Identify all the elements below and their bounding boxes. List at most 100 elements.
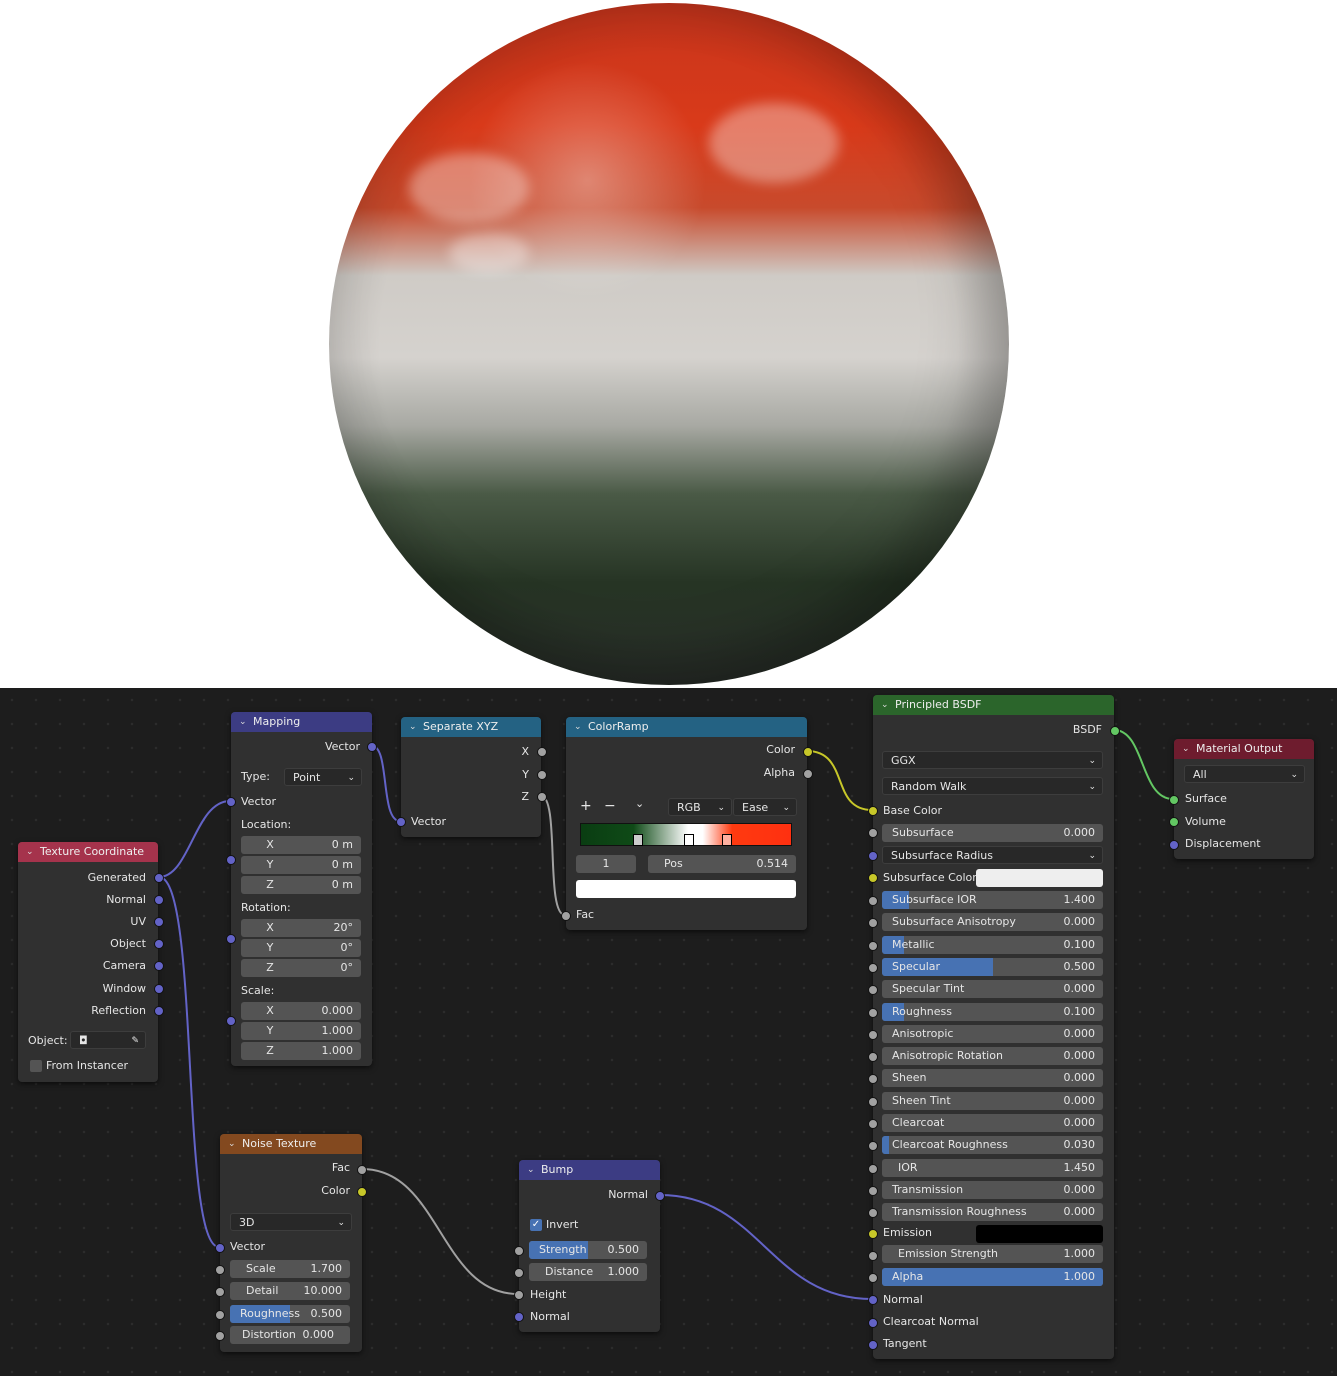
socket-sheen-tint[interactable]: [868, 1097, 878, 1107]
emission-color-swatch[interactable]: [976, 1225, 1103, 1243]
node-header[interactable]: ⌄ Separate XYZ: [401, 717, 541, 737]
socket-bsdf-out[interactable]: [1110, 726, 1120, 736]
ramp-menu-button[interactable]: ⌄: [635, 797, 644, 810]
subsurface-field[interactable]: Subsurface 0.000: [882, 824, 1103, 842]
noise-detail-field[interactable]: Detail 10.000: [230, 1282, 350, 1300]
socket-colorramp-alpha[interactable]: [803, 769, 813, 779]
socket-noise-color[interactable]: [357, 1187, 367, 1197]
socket-emission[interactable]: [868, 1229, 878, 1239]
socket-tangent[interactable]: [868, 1340, 878, 1350]
bsdf-field-metallic[interactable]: Metallic 0.100: [882, 936, 1103, 954]
bsdf-field-anisotropic[interactable]: Anisotropic 0.000: [882, 1025, 1103, 1043]
socket-displacement[interactable]: [1169, 840, 1179, 850]
collapse-chevron-icon[interactable]: ⌄: [228, 1134, 236, 1154]
socket-anisotropic[interactable]: [868, 1030, 878, 1040]
socket-uv[interactable]: [154, 917, 164, 927]
bsdf-field-transmission[interactable]: Transmission 0.000: [882, 1181, 1103, 1199]
socket-mapping-vector-in[interactable]: [226, 797, 236, 807]
socket-y[interactable]: [537, 770, 547, 780]
location-z-field[interactable]: Z 0 m: [241, 876, 361, 894]
bsdf-field-specular-tint[interactable]: Specular Tint 0.000: [882, 980, 1103, 998]
bsdf-field-sheen[interactable]: Sheen 0.000: [882, 1069, 1103, 1087]
socket-bump-height[interactable]: [514, 1290, 524, 1300]
ramp-stop-handle[interactable]: [633, 834, 643, 846]
bump-distance-field[interactable]: Distance 1.000: [529, 1263, 647, 1281]
eyedropper-icon[interactable]: ✎: [131, 1032, 139, 1050]
rotation-x-field[interactable]: X 20°: [241, 919, 361, 937]
socket-object[interactable]: [154, 939, 164, 949]
node-mapping[interactable]: ⌄ Mapping Vector Type: Point ⌄ Vector Loca…: [231, 712, 372, 1066]
socket-clearcoat-normal[interactable]: [868, 1318, 878, 1328]
location-x-field[interactable]: X 0 m: [241, 836, 361, 854]
distribution-dropdown[interactable]: GGX ⌄: [882, 751, 1103, 769]
socket-window[interactable]: [154, 984, 164, 994]
collapse-chevron-icon[interactable]: ⌄: [26, 842, 34, 862]
socket-x[interactable]: [537, 747, 547, 757]
type-dropdown[interactable]: Point ⌄: [284, 768, 362, 786]
bsdf-field-transmission-roughness[interactable]: Transmission Roughness 0.000: [882, 1203, 1103, 1221]
socket-noise-scale[interactable]: [215, 1265, 225, 1275]
socket-clearcoat[interactable]: [868, 1119, 878, 1129]
object-picker[interactable]: ◘ ✎: [70, 1031, 146, 1049]
socket-anisotropic-rotation[interactable]: [868, 1052, 878, 1062]
socket-normal[interactable]: [154, 895, 164, 905]
socket-camera[interactable]: [154, 961, 164, 971]
node-separate-xyz[interactable]: ⌄ Separate XYZ X Y Z Vector: [401, 717, 541, 837]
noise-scale-field[interactable]: Scale 1.700: [230, 1260, 350, 1278]
collapse-chevron-icon[interactable]: ⌄: [574, 717, 582, 737]
node-colorramp[interactable]: ⌄ ColorRamp Color Alpha + − ⌄ RGB ⌄ Ease ⌄ …: [566, 717, 807, 930]
socket-specular[interactable]: [868, 963, 878, 973]
collapse-chevron-icon[interactable]: ⌄: [239, 712, 247, 732]
subsurface-method-dropdown[interactable]: Random Walk ⌄: [882, 777, 1103, 795]
interpolation-dropdown[interactable]: Ease ⌄: [733, 798, 797, 816]
bsdf-field-sheen-tint[interactable]: Sheen Tint 0.000: [882, 1092, 1103, 1110]
socket-subsurface-radius[interactable]: [868, 851, 878, 861]
color-mode-dropdown[interactable]: RGB ⌄: [668, 798, 732, 816]
add-stop-button[interactable]: +: [580, 798, 592, 814]
collapse-chevron-icon[interactable]: ⌄: [409, 717, 417, 737]
socket-mapping-vector-out[interactable]: [367, 742, 377, 752]
socket-noise-distortion[interactable]: [215, 1331, 225, 1341]
socket-transmission-roughness[interactable]: [868, 1208, 878, 1218]
bsdf-field-subsurface-anisotropy[interactable]: Subsurface Anisotropy 0.000: [882, 913, 1103, 931]
bsdf-field-roughness[interactable]: Roughness 0.100: [882, 1003, 1103, 1021]
socket-bump-strength[interactable]: [514, 1246, 524, 1256]
socket-surface[interactable]: [1169, 795, 1179, 805]
shader-node-editor[interactable]: ⌄ Texture Coordinate Generated Normal UV …: [0, 688, 1337, 1376]
target-dropdown[interactable]: All ⌄: [1184, 765, 1305, 783]
socket-base-color[interactable]: [868, 806, 878, 816]
socket-noise-fac[interactable]: [357, 1165, 367, 1175]
bsdf-field-clearcoat[interactable]: Clearcoat 0.000: [882, 1114, 1103, 1132]
remove-stop-button[interactable]: −: [604, 798, 616, 814]
socket-z[interactable]: [537, 792, 547, 802]
bsdf-field-ior[interactable]: IOR 1.450: [882, 1159, 1103, 1177]
node-header[interactable]: ⌄ Principled BSDF: [873, 695, 1114, 715]
socket-volume[interactable]: [1169, 817, 1179, 827]
noise-roughness-field[interactable]: Roughness 0.500: [230, 1305, 350, 1323]
noise-distortion-field[interactable]: Distortion 0.000: [230, 1326, 350, 1344]
collapse-chevron-icon[interactable]: ⌄: [527, 1160, 535, 1180]
socket-bump-distance[interactable]: [514, 1268, 524, 1278]
rotation-z-field[interactable]: Z 0°: [241, 959, 361, 977]
socket-ior[interactable]: [868, 1164, 878, 1174]
ramp-stop-handle-active[interactable]: [684, 834, 694, 846]
node-principled-bsdf[interactable]: ⌄ Principled BSDF BSDF GGX ⌄ Random Walk ⌄ …: [873, 695, 1114, 1359]
socket-roughness[interactable]: [868, 1008, 878, 1018]
socket-bump-normal-out[interactable]: [655, 1191, 665, 1201]
socket-sheen[interactable]: [868, 1074, 878, 1084]
socket-subsurface[interactable]: [868, 828, 878, 838]
node-header[interactable]: ⌄ Texture Coordinate: [18, 842, 158, 862]
rotation-y-field[interactable]: Y 0°: [241, 939, 361, 957]
socket-colorramp-color[interactable]: [803, 747, 813, 757]
bsdf-field-anisotropic-rotation[interactable]: Anisotropic Rotation 0.000: [882, 1047, 1103, 1065]
socket-specular-tint[interactable]: [868, 985, 878, 995]
socket-alpha[interactable]: [868, 1273, 878, 1283]
emission-strength-field[interactable]: Emission Strength 1.000: [882, 1245, 1103, 1263]
bump-strength-field[interactable]: Strength 0.500: [529, 1241, 647, 1259]
socket-transmission[interactable]: [868, 1186, 878, 1196]
node-header[interactable]: ⌄ Mapping: [231, 712, 372, 732]
socket-colorramp-fac[interactable]: [561, 911, 571, 921]
node-noise-texture[interactable]: ⌄ Noise Texture Fac Color 3D ⌄ Vector Scal…: [220, 1134, 362, 1352]
location-y-field[interactable]: Y 0 m: [241, 856, 361, 874]
socket-subsurface-color[interactable]: [868, 873, 878, 883]
